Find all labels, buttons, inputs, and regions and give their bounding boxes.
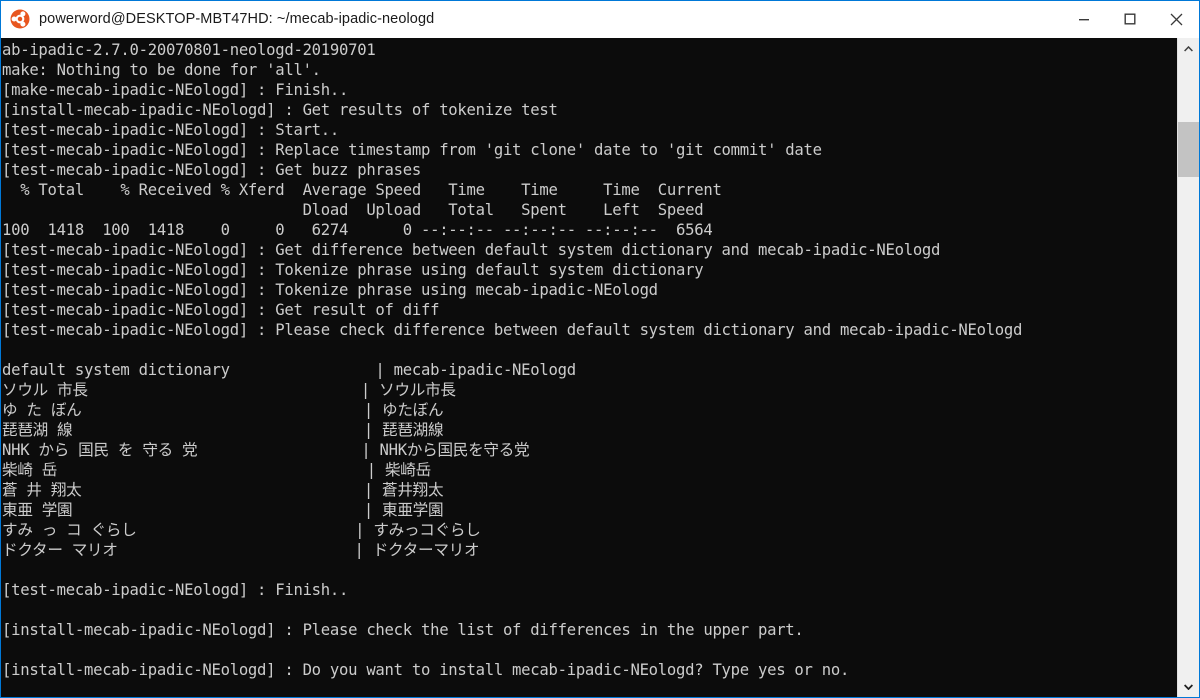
terminal-line: make: Nothing to be done for 'all'. <box>2 61 321 79</box>
title-bar[interactable]: powerword@DESKTOP-MBT47HD: ~/mecab-ipadi… <box>1 1 1199 38</box>
vertical-scrollbar[interactable] <box>1177 38 1199 697</box>
terminal-line: ab-ipadic-2.7.0-20070801-neologd-2019070… <box>2 41 376 59</box>
terminal-line: Dload Upload Total Spent Left Speed <box>2 201 704 219</box>
minimize-button[interactable] <box>1061 1 1107 37</box>
terminal-line: 柴崎 岳 | 柴崎岳 <box>2 461 431 479</box>
terminal-line: NHK から 国民 を 守る 党 | NHKから国民を守る党 <box>2 441 530 459</box>
console-text: ab-ipadic-2.7.0-20070801-neologd-2019070… <box>1 38 1177 680</box>
scroll-up-button[interactable] <box>1178 38 1199 59</box>
terminal-line: [test-mecab-ipadic-NEologd] : Start.. <box>2 121 340 139</box>
terminal-body: ab-ipadic-2.7.0-20070801-neologd-2019070… <box>1 38 1199 697</box>
maximize-button[interactable] <box>1107 1 1153 37</box>
terminal-line: [test-mecab-ipadic-NEologd] : Replace ti… <box>2 141 822 159</box>
scrollbar-thumb[interactable] <box>1178 122 1199 177</box>
terminal-line: [test-mecab-ipadic-NEologd] : Get differ… <box>2 241 941 259</box>
scroll-down-button[interactable] <box>1178 676 1199 697</box>
terminal-line: 琵琶湖 線 | 琵琶湖線 <box>2 421 444 439</box>
terminal-line: 100 1418 100 1418 0 0 6274 0 --:--:-- --… <box>2 221 713 239</box>
ubuntu-icon <box>10 9 30 29</box>
terminal-line: default system dictionary | mecab-ipadic… <box>2 361 576 379</box>
terminal-line: [install-mecab-ipadic-NEologd] : Do you … <box>2 661 850 679</box>
terminal-line: [test-mecab-ipadic-NEologd] : Get result… <box>2 301 440 319</box>
window-title: powerword@DESKTOP-MBT47HD: ~/mecab-ipadi… <box>39 11 435 27</box>
terminal-line: [test-mecab-ipadic-NEologd] : Finish.. <box>2 581 349 599</box>
terminal-window: powerword@DESKTOP-MBT47HD: ~/mecab-ipadi… <box>0 0 1200 698</box>
terminal-line: [test-mecab-ipadic-NEologd] : Tokenize p… <box>2 261 704 279</box>
terminal-line: [test-mecab-ipadic-NEologd] : Tokenize p… <box>2 281 658 299</box>
terminal-line: 蒼 井 翔太 | 蒼井翔太 <box>2 481 444 499</box>
terminal-line: % Total % Received % Xferd Average Speed… <box>2 181 722 199</box>
terminal-line: [test-mecab-ipadic-NEologd] : Please che… <box>2 321 1023 339</box>
terminal-line: 東亜 学園 | 東亜学園 <box>2 501 444 519</box>
terminal-line: [test-mecab-ipadic-NEologd] : Get buzz p… <box>2 161 421 179</box>
terminal-line: ゆ た ぼん | ゆたぼん <box>2 401 444 419</box>
terminal-line: [install-mecab-ipadic-NEologd] : Get res… <box>2 101 558 119</box>
terminal-line: [install-mecab-ipadic-NEologd] : Please … <box>2 621 804 639</box>
terminal-output-area[interactable]: ab-ipadic-2.7.0-20070801-neologd-2019070… <box>1 38 1177 697</box>
terminal-line: [make-mecab-ipadic-NEologd] : Finish.. <box>2 81 349 99</box>
close-button[interactable] <box>1153 1 1199 37</box>
scrollbar-track[interactable] <box>1178 59 1199 676</box>
terminal-line: すみ っ コ ぐらし | すみっコぐらし <box>2 521 481 539</box>
terminal-line: ソウル 市長 | ソウル市長 <box>2 381 456 399</box>
terminal-line: ドクター マリオ | ドクターマリオ <box>2 541 480 559</box>
